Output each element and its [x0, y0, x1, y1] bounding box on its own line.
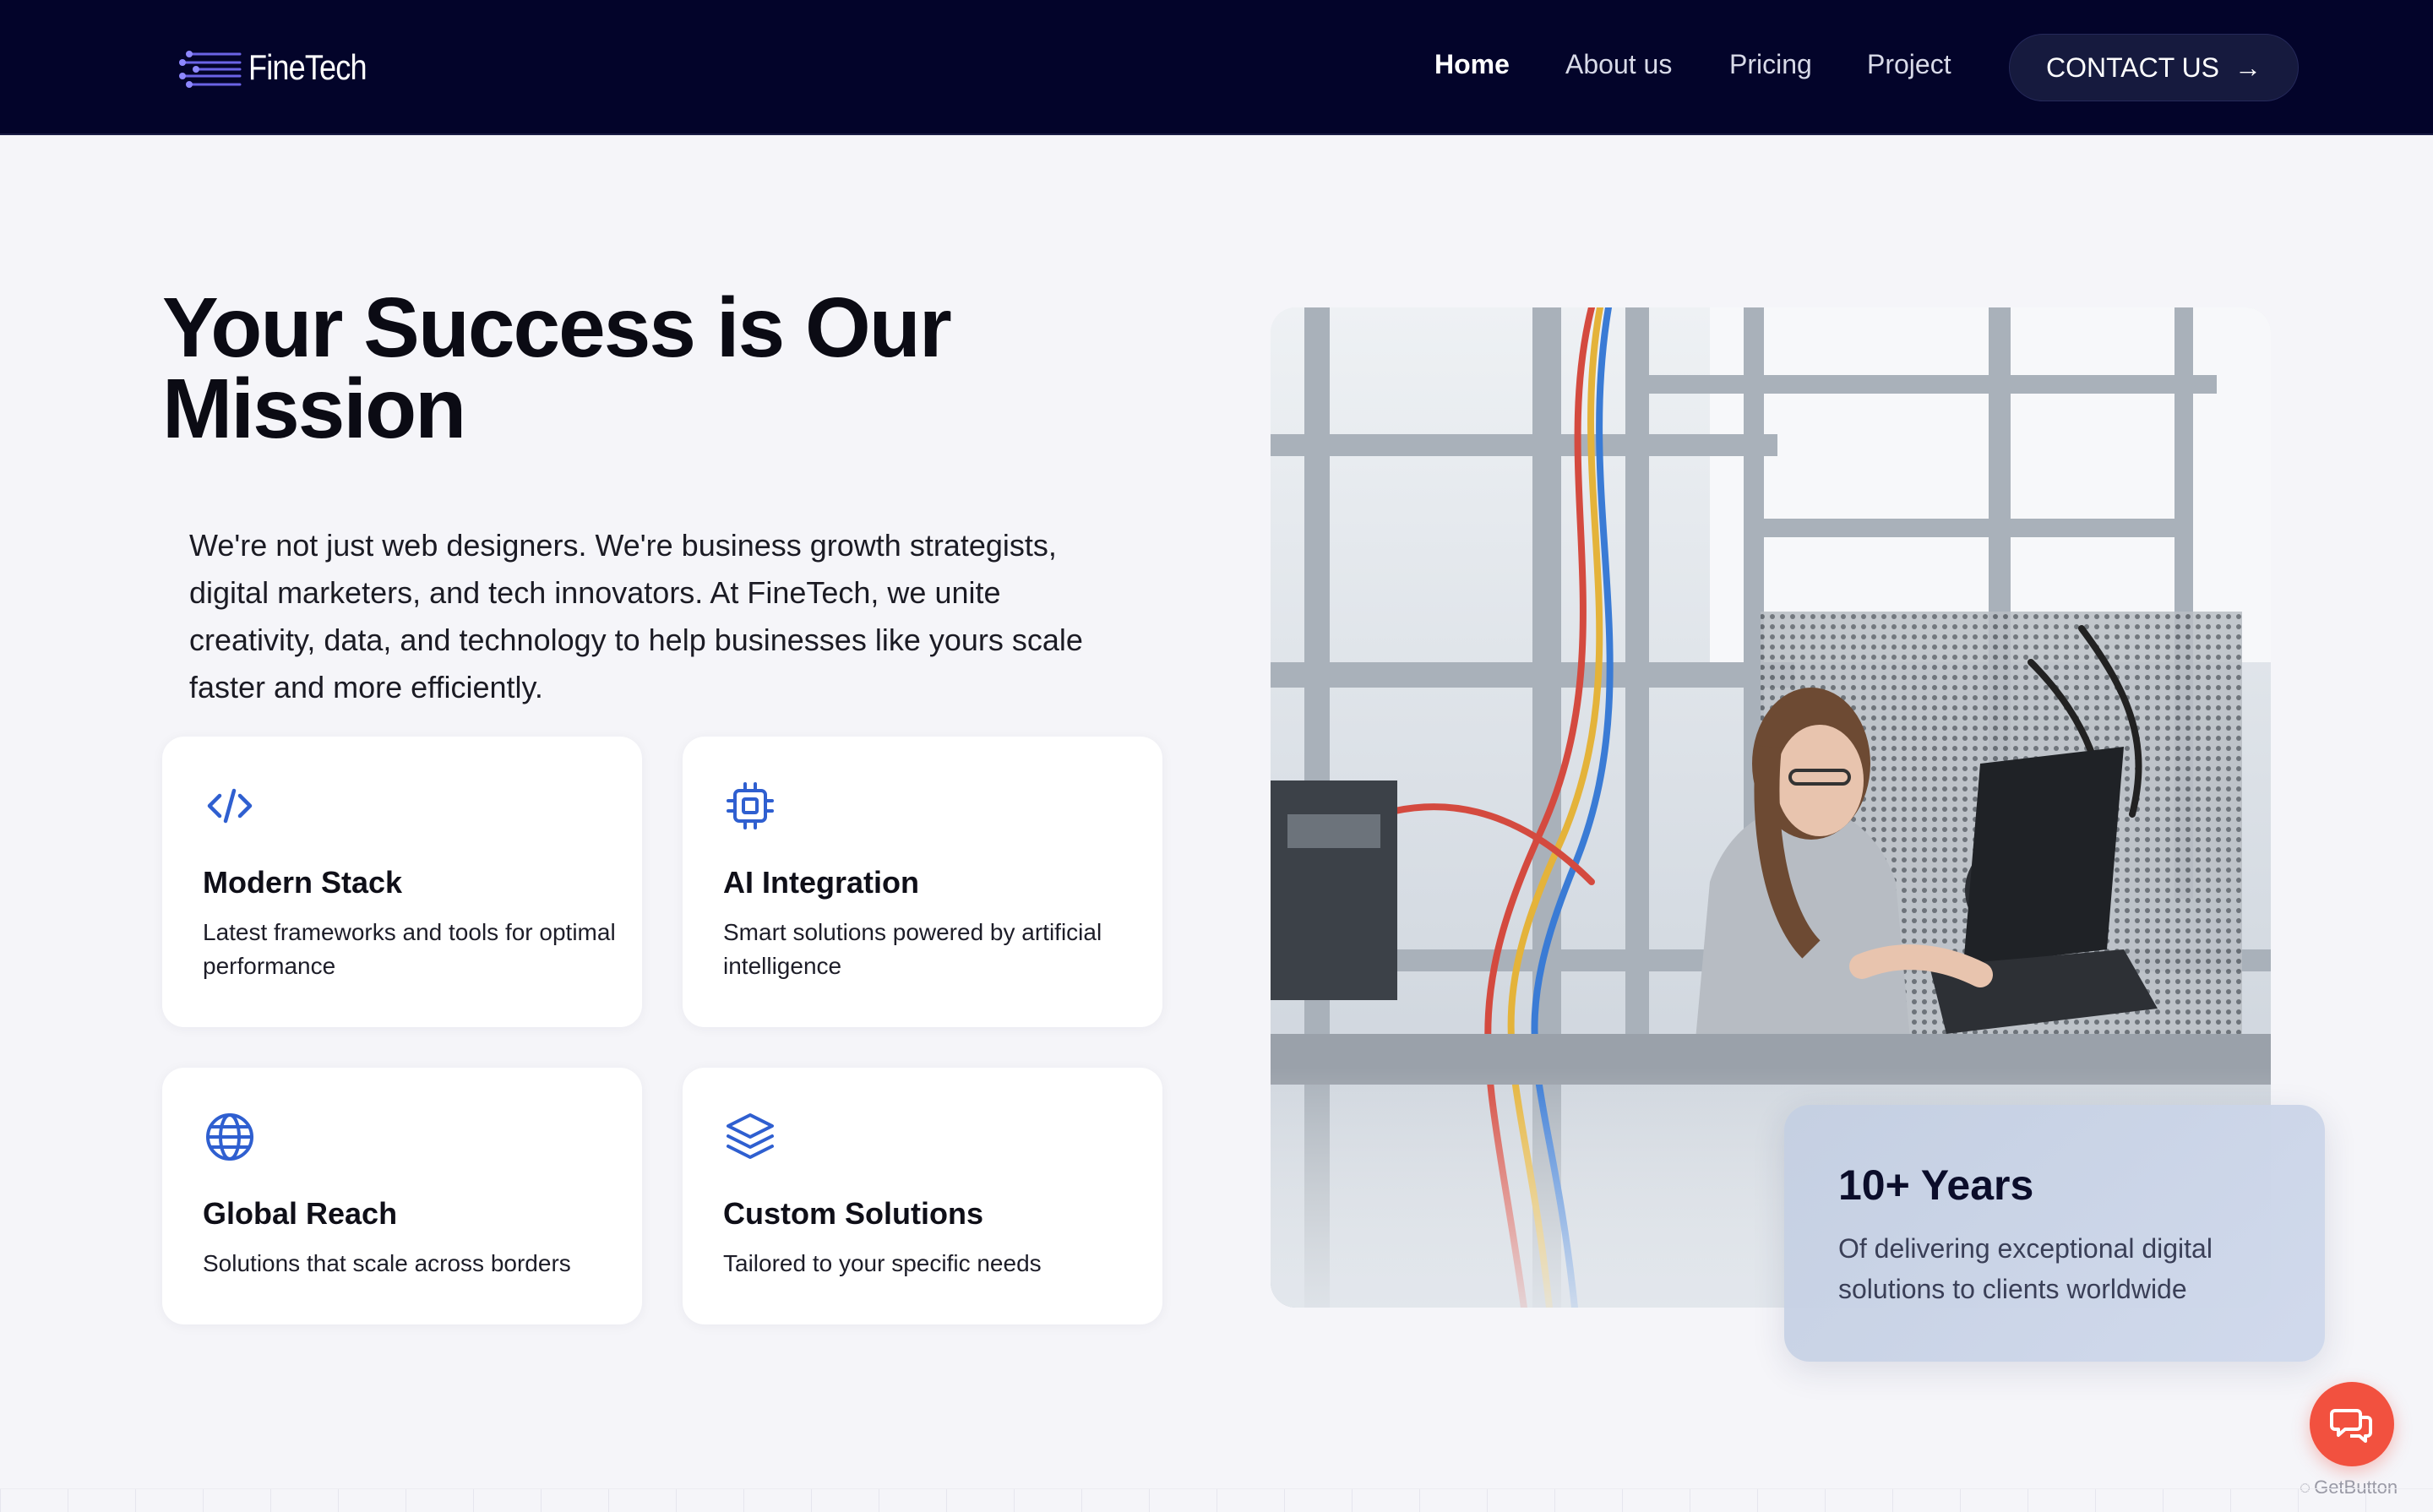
stat-title: 10+ Years	[1838, 1161, 2034, 1209]
feature-card-global-reach: Global Reach Solutions that scale across…	[162, 1068, 642, 1324]
feature-card-custom-solutions: Custom Solutions Tailored to your specif…	[683, 1068, 1162, 1324]
feature-description: Latest frameworks and tools for optimal …	[203, 919, 616, 979]
code-icon	[203, 779, 257, 833]
globe-icon	[203, 1110, 257, 1164]
hero-title: Your Success is Our Mission	[162, 286, 1007, 451]
feature-title: Modern Stack	[203, 865, 403, 900]
feature-title: Custom Solutions	[723, 1196, 983, 1231]
brand-name: FineTech	[248, 47, 367, 87]
chat-widget-button[interactable]	[2310, 1382, 2394, 1466]
feature-title: AI Integration	[723, 865, 919, 900]
arrow-right-icon: →	[2234, 52, 2262, 83]
nav-home[interactable]: Home	[1434, 49, 1510, 80]
hero-description: We're not just web designers. We're busi…	[189, 528, 1083, 704]
layers-icon	[723, 1110, 777, 1164]
feature-description: Tailored to your specific needs	[723, 1250, 1042, 1276]
circuit-lines-logo-icon	[179, 51, 242, 88]
nav-project[interactable]: Project	[1867, 49, 1951, 80]
contact-us-label: CONTACT US	[2045, 52, 2220, 83]
next-section-edge	[0, 1488, 2433, 1512]
chat-bubbles-icon	[2330, 1409, 2372, 1443]
top-navbar: FineTech Home About us Pricing Project C…	[0, 0, 2433, 135]
cpu-chip-icon	[723, 779, 777, 833]
nav-about-us[interactable]: About us	[1565, 49, 1672, 80]
feature-description: Solutions that scale across borders	[203, 1250, 571, 1276]
stat-card-years: 10+ Years Of delivering exceptional digi…	[1784, 1105, 2325, 1362]
feature-card-modern-stack: Modern Stack Latest frameworks and tools…	[162, 737, 642, 1027]
hero-title-line2: Mission	[162, 362, 466, 456]
stat-description: Of delivering exceptional digital soluti…	[1838, 1233, 2213, 1304]
feature-card-ai-integration: AI Integration Smart solutions powered b…	[683, 737, 1162, 1027]
contact-us-button[interactable]: CONTACT US →	[2009, 34, 2299, 101]
feature-description: Smart solutions powered by artificial in…	[723, 919, 1102, 979]
brand-logo[interactable]: FineTech	[177, 44, 385, 91]
feature-title: Global Reach	[203, 1196, 398, 1231]
nav-pricing[interactable]: Pricing	[1729, 49, 1812, 80]
